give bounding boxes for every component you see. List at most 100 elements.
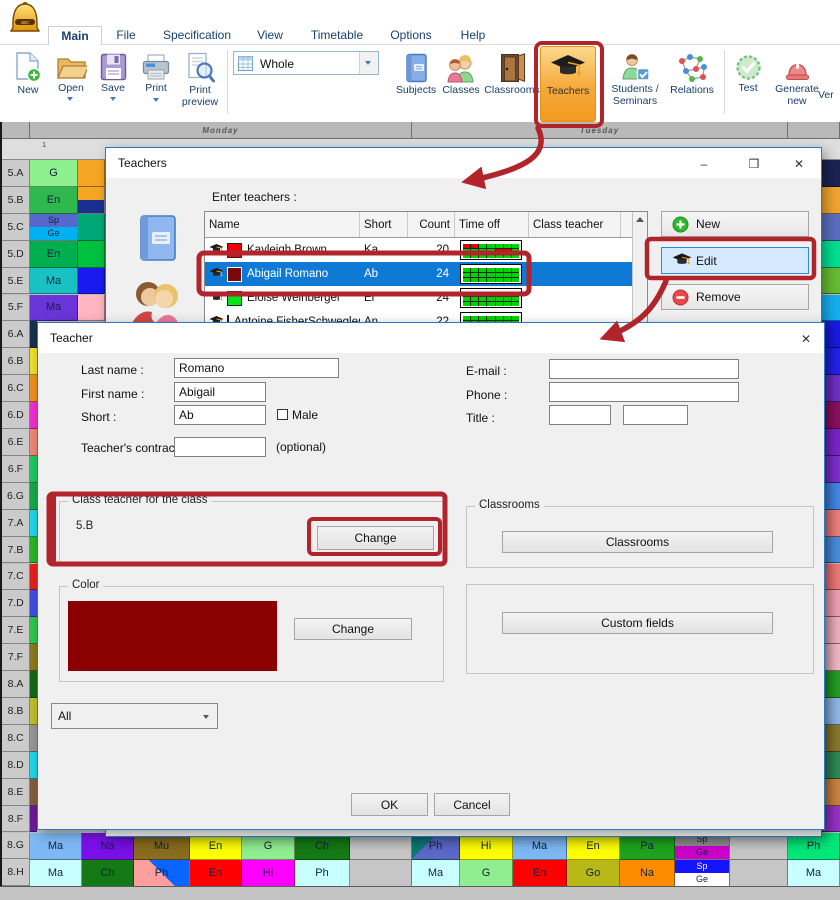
timetable-cell[interactable]: En [30,241,78,268]
timetable-cell-fragment[interactable] [30,321,37,348]
teacher-close-button[interactable]: ✕ [793,328,819,348]
column-header[interactable]: Short [360,212,408,237]
timetable-cell-fragment[interactable] [30,537,37,564]
timetable-row-label[interactable]: 6.B [2,348,30,375]
timetable-cell-fragment[interactable] [822,295,840,322]
timetable-cell-fragment[interactable] [30,725,37,752]
timetable-cell-fragment[interactable] [30,402,37,429]
timetable-cell[interactable]: Ph [134,860,190,887]
timetable-row-label[interactable]: 6.D [2,402,30,429]
timetable-cell-fragment[interactable] [30,806,37,833]
timetable-row-label[interactable]: 7.D [2,590,30,617]
filter-combo[interactable]: All [51,703,218,729]
view-selector-dropdown-button[interactable] [359,52,378,74]
timetable-cell[interactable]: En [190,860,242,887]
column-header[interactable]: Time off [455,212,529,237]
timetable-cell-fragment[interactable] [30,671,37,698]
tab-specification[interactable]: Specification [152,26,242,45]
timetable-cell[interactable]: Go [567,860,620,887]
timetable-row-label[interactable]: 7.F [2,644,30,671]
timetable-cell-fragment[interactable] [30,644,37,671]
save-dropdown-caret-icon[interactable] [110,97,116,101]
timetable-subcell[interactable]: Ge [30,227,77,240]
relations-button[interactable]: Relations [666,53,718,97]
timetable-row-label[interactable]: 8.C [2,725,30,752]
new-teacher-button[interactable]: New [661,211,809,237]
ok-button[interactable]: OK [351,793,428,816]
classrooms-button[interactable]: Classrooms [483,53,541,97]
timetable-cell-fragment[interactable] [30,348,37,375]
open-button[interactable]: Open [50,54,92,95]
timetable-row-label[interactable]: 6.E [2,429,30,456]
timetable-cell[interactable]: Ma [788,860,840,887]
timetable-cell-fragment[interactable] [822,187,840,214]
timetable-cell[interactable]: Ph [295,860,350,887]
timetable-cell[interactable] [350,860,412,887]
timetable-cell-fragment[interactable] [30,752,37,779]
maximize-button[interactable]: ❒ [741,153,767,173]
timetable-row-label[interactable]: 7.B [2,537,30,564]
timetable-row-label[interactable]: 5.C [2,214,30,241]
timetable-subcell[interactable]: Ge [675,846,729,859]
scroll-up-icon[interactable] [636,217,644,222]
remove-teacher-button[interactable]: Remove [661,284,809,310]
male-checkbox[interactable] [277,409,288,420]
last-name-input[interactable] [174,358,339,378]
timetable-cell-fragment[interactable] [30,564,37,591]
edit-teacher-button[interactable]: Edit [661,247,809,274]
timetable-row-label[interactable]: 7.A [2,510,30,537]
title-suffix-input[interactable] [623,405,688,425]
column-header[interactable]: Name [205,212,360,237]
timetable-row-label[interactable]: 8.D [2,752,30,779]
teacher-row[interactable]: Eloise WeinbergerEl24 [205,286,647,310]
timetable-subcell[interactable] [78,187,104,200]
timetable-cell-fragment[interactable] [30,779,37,806]
timetable-row-label[interactable]: 5.B [2,187,30,214]
timetable-cell[interactable]: Ma [30,833,82,860]
custom-fields-button[interactable]: Custom fields [502,612,773,634]
timetable-row-label[interactable]: 6.F [2,456,30,483]
timetable-row-label[interactable]: 5.D [2,241,30,268]
timetable-subcell[interactable]: Ge [675,873,729,886]
timetable-cell-fragment[interactable] [822,268,840,295]
timetable-row-label[interactable]: 8.E [2,779,30,806]
timetable-cell[interactable]: Ma [30,860,82,887]
timetable-row-label[interactable]: 8.B [2,698,30,725]
teacher-dialog-titlebar[interactable]: Teacher ✕ [38,323,824,353]
tab-view[interactable]: View [246,26,294,45]
timetable-cell-fragment[interactable] [822,160,840,187]
timetable-cell[interactable]: G [460,860,513,887]
timetable-cell[interactable] [78,214,105,241]
timetable-cell-fragment[interactable] [30,617,37,644]
timetable-cell[interactable]: Na [620,860,675,887]
title-prefix-input[interactable] [549,405,611,425]
timetable-cell[interactable]: Hi [242,860,295,887]
timetable-cell[interactable]: Ma [30,268,78,295]
timetable-cell[interactable]: Ch [82,860,134,887]
timetable-row-label[interactable]: 8.H [2,859,30,886]
timetable-row-label[interactable]: 6.A [2,321,30,348]
timetable-row-label[interactable]: 6.G [2,483,30,510]
timetable-subcell[interactable]: Sp [30,214,77,227]
teachers-dialog-titlebar[interactable]: Teachers – ❒ ✕ [106,148,821,178]
view-selector-combo[interactable]: Whole [233,51,379,75]
generate-new-button[interactable]: Generate new [770,53,824,107]
timetable-cell-fragment[interactable] [822,214,840,241]
timetable-cell-fragment[interactable] [30,698,37,725]
table-scrollbar[interactable] [632,212,647,334]
timetable-row-label[interactable]: 7.C [2,564,30,591]
tab-file[interactable]: File [104,26,148,45]
timetable-row-label[interactable]: 8.F [2,806,30,833]
timetable-cell[interactable]: SpGe [675,860,730,887]
version-button[interactable]: Ver [818,90,840,102]
teachers-button[interactable]: Teachers [540,46,596,122]
timetable-cell[interactable]: Ma [30,295,78,322]
timetable-cell[interactable] [78,268,105,295]
timetable-cell-fragment[interactable] [30,483,37,510]
test-button[interactable]: Test [729,54,767,95]
timetable-row-label[interactable]: 5.F [2,295,30,322]
timetable-subcell[interactable]: Sp [675,860,729,873]
tab-main[interactable]: Main [48,26,102,47]
timetable-row-label[interactable]: 8.G [2,833,30,860]
first-name-input[interactable] [174,382,266,402]
